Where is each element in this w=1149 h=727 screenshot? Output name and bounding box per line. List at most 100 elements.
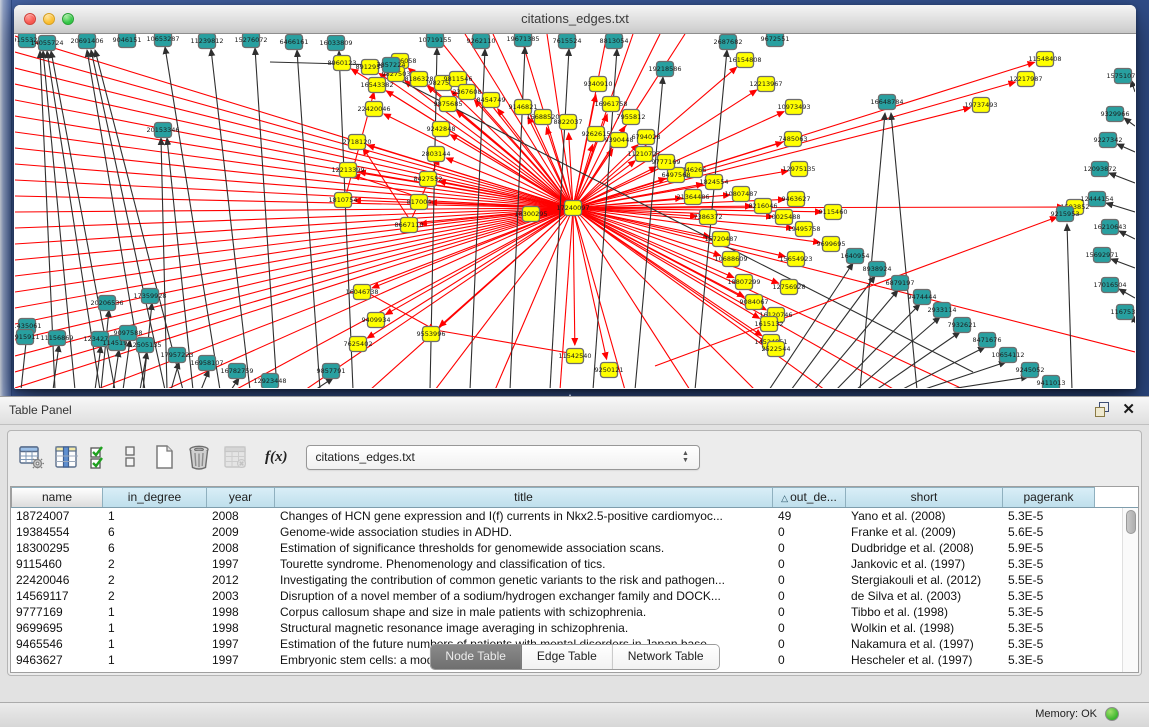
close-window-button[interactable]: [24, 13, 36, 25]
graph-edge-red[interactable]: [435, 330, 575, 354]
graph-edge-black[interactable]: [255, 48, 277, 388]
graph-edge-red[interactable]: [15, 208, 573, 244]
cell-name[interactable]: 14569117: [11, 588, 103, 604]
cell-out_de[interactable]: 0: [773, 636, 846, 652]
graph-edge-black[interactable]: [211, 49, 250, 388]
cell-name[interactable]: 22420046: [11, 572, 103, 588]
cell-in_degree[interactable]: 6: [103, 540, 207, 556]
cell-year[interactable]: 1997: [207, 636, 275, 652]
graph-edge-red[interactable]: [368, 145, 573, 208]
cell-name[interactable]: 9777169: [11, 604, 103, 620]
column-visibility-button[interactable]: [54, 442, 78, 472]
function-builder-button[interactable]: f(x): [265, 442, 288, 472]
graph-edge-red[interactable]: [15, 208, 573, 372]
cell-name[interactable]: 9465546: [11, 636, 103, 652]
graph-edge-red[interactable]: [305, 208, 573, 388]
graph-edge-black[interactable]: [856, 317, 940, 388]
graph-edge-black[interactable]: [1117, 144, 1135, 152]
graph-edge-black[interactable]: [1119, 289, 1135, 298]
cell-title[interactable]: Genome-wide association studies in ADHD.: [275, 524, 773, 540]
graph-edge-black[interactable]: [315, 378, 333, 388]
cell-pagerank[interactable]: 5.3E-5: [1003, 652, 1095, 668]
graph-edge-red[interactable]: [573, 208, 607, 359]
graph-edge-red[interactable]: [573, 208, 575, 345]
network-graph[interactable]: 1724009789601238912954182260589827503818…: [15, 34, 1135, 388]
graph-edge-red[interactable]: [573, 208, 825, 388]
create-column-button[interactable]: [153, 442, 175, 472]
table-row[interactable]: 2242004622012Investigating the contribut…: [11, 572, 1138, 588]
cell-out_de[interactable]: 0: [773, 620, 846, 636]
cell-out_de[interactable]: 0: [773, 524, 846, 540]
graph-edge-red[interactable]: [15, 164, 573, 208]
cell-title[interactable]: Tourette syndrome. Phenomenology and cla…: [275, 556, 773, 572]
cell-pagerank[interactable]: 5.3E-5: [1003, 508, 1095, 524]
table-row[interactable]: 977716911998Corpus callosum shape and si…: [11, 604, 1138, 620]
cell-short[interactable]: Wolkin et al. (1998): [846, 620, 1003, 636]
column-header-name[interactable]: name: [11, 487, 103, 507]
cell-pagerank[interactable]: 5.9E-5: [1003, 540, 1095, 556]
cell-in_degree[interactable]: 1: [103, 652, 207, 668]
table-scrollbar[interactable]: [1122, 508, 1138, 672]
cell-year[interactable]: 2003: [207, 588, 275, 604]
cell-short[interactable]: Hescheler et al. (1997): [846, 652, 1003, 668]
cell-year[interactable]: 2008: [207, 540, 275, 556]
graph-edge-red[interactable]: [15, 208, 573, 292]
cell-in_degree[interactable]: 1: [103, 604, 207, 620]
column-header-title[interactable]: title: [275, 487, 773, 507]
graph-edge-black[interactable]: [1067, 224, 1072, 388]
cell-name[interactable]: 9115460: [11, 556, 103, 572]
cell-pagerank[interactable]: 5.6E-5: [1003, 524, 1095, 540]
row-selection-button[interactable]: [89, 442, 109, 472]
network-window-titlebar[interactable]: citations_edges.txt: [14, 5, 1136, 34]
table-row[interactable]: 1830029562008Estimation of significance …: [11, 540, 1138, 556]
cell-out_de[interactable]: 49: [773, 508, 846, 524]
column-header-pagerank[interactable]: pagerank: [1003, 487, 1095, 507]
cell-in_degree[interactable]: 1: [103, 508, 207, 524]
graph-edge-red[interactable]: [15, 208, 573, 340]
cell-short[interactable]: Dudbridge et al. (2008): [846, 540, 1003, 556]
cell-title[interactable]: Structural magnetic resonance image aver…: [275, 620, 773, 636]
cell-out_de[interactable]: 0: [773, 652, 846, 668]
delete-column-button[interactable]: [187, 442, 211, 472]
cell-short[interactable]: Nakamura et al. (1997): [846, 636, 1003, 652]
float-window-icon[interactable]: [1095, 402, 1110, 417]
cell-in_degree[interactable]: 2: [103, 556, 207, 572]
cell-short[interactable]: Franke et al. (2009): [846, 524, 1003, 540]
cell-name[interactable]: 9463627: [11, 652, 103, 668]
network-canvas[interactable]: 1724009789601238912954182260589827503818…: [15, 34, 1135, 388]
cell-title[interactable]: Corpus callosum shape and size in male p…: [275, 604, 773, 620]
cell-name[interactable]: 19384554: [11, 524, 103, 540]
cell-pagerank[interactable]: 5.3E-5: [1003, 604, 1095, 620]
table-row[interactable]: 911546021997Tourette syndrome. Phenomeno…: [11, 556, 1138, 572]
column-header-out_de[interactable]: △out_de...: [773, 487, 846, 507]
tab-network-table[interactable]: Network Table: [613, 645, 719, 669]
cell-out_de[interactable]: 0: [773, 588, 846, 604]
cell-name[interactable]: 9699695: [11, 620, 103, 636]
cell-layout-button[interactable]: [125, 442, 135, 472]
zoom-window-button[interactable]: [62, 13, 74, 25]
tab-node-table[interactable]: Node Table: [430, 645, 522, 669]
cell-name[interactable]: 18724007: [11, 508, 103, 524]
memory-ok-indicator[interactable]: [1105, 707, 1119, 721]
cell-pagerank[interactable]: 5.3E-5: [1003, 588, 1095, 604]
cell-title[interactable]: Investigating the contribution of common…: [275, 572, 773, 588]
cell-year[interactable]: 1998: [207, 620, 275, 636]
graph-edge-black[interactable]: [1119, 231, 1135, 239]
graph-edge-black[interactable]: [1111, 259, 1135, 268]
cell-in_degree[interactable]: 2: [103, 572, 207, 588]
cell-pagerank[interactable]: 5.3E-5: [1003, 620, 1095, 636]
graph-edge-red[interactable]: [573, 208, 779, 283]
cell-year[interactable]: 2012: [207, 572, 275, 588]
cell-year[interactable]: 1998: [207, 604, 275, 620]
cell-in_degree[interactable]: 1: [103, 620, 207, 636]
cell-in_degree[interactable]: 6: [103, 524, 207, 540]
table-scrollbar-thumb[interactable]: [1126, 510, 1136, 534]
graph-edge-black[interactable]: [231, 378, 239, 388]
cell-out_de[interactable]: 0: [773, 572, 846, 588]
cell-pagerank[interactable]: 5.5E-5: [1003, 572, 1095, 588]
graph-edge-red[interactable]: [353, 175, 421, 198]
graph-edge-black[interactable]: [1109, 173, 1135, 183]
cell-short[interactable]: de Silva et al. (2003): [846, 588, 1003, 604]
minimize-window-button[interactable]: [43, 13, 55, 25]
table-row[interactable]: 1872400712008Changes of HCN gene express…: [11, 508, 1138, 524]
